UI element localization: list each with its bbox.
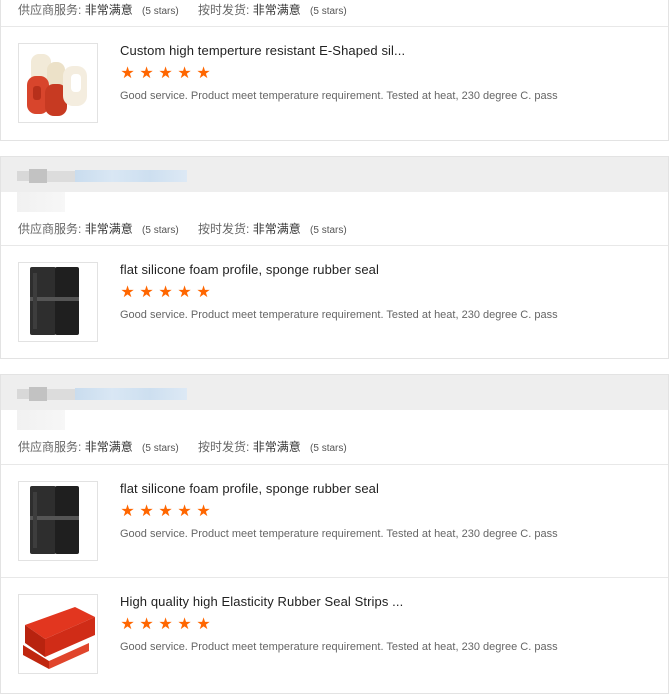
e-shaped-silicone-seal-image: [19, 44, 97, 122]
black-foam-profile-image: [19, 263, 97, 341]
star-icon: ★: [120, 501, 135, 520]
star-icon: ★: [177, 282, 192, 301]
star-icon: ★: [158, 63, 173, 82]
delivery-stars-text: (5 stars): [310, 225, 347, 236]
review-comment: Good service. Product meet temperature r…: [120, 528, 558, 540]
star-icon: ★: [120, 614, 135, 633]
rating-summary-row: 供应商服务: 非常满意 (5 stars) 按时发货: 非常满意 (5 star…: [1, 1, 668, 21]
divider: [1, 577, 668, 578]
star-icon: ★: [196, 614, 211, 633]
review-card: 供应商服务: 非常满意 (5 stars) 按时发货: 非常满意 (5 star…: [0, 156, 669, 359]
delivery-rating: 按时发货: 非常满意 (5 stars): [198, 1, 347, 18]
delivery-label: 按时发货:: [198, 440, 250, 454]
supplier-service-value: 非常满意: [84, 3, 133, 17]
star-icon: ★: [177, 501, 192, 520]
buyer-header: [1, 375, 668, 410]
buyer-header: [1, 157, 668, 192]
star-icon: ★: [177, 63, 192, 82]
buyer-country-blurred: [17, 410, 65, 430]
product-thumbnail[interactable]: [18, 481, 98, 561]
supplier-service-value: 非常满意: [84, 440, 133, 454]
product-title-link[interactable]: High quality high Elasticity Rubber Seal…: [120, 594, 403, 609]
delivery-rating: 按时发货: 非常满意 (5 stars): [198, 438, 347, 455]
star-icon: ★: [139, 63, 154, 82]
delivery-label: 按时发货:: [198, 222, 250, 236]
supplier-service-value: 非常满意: [84, 222, 133, 236]
star-icon: ★: [139, 282, 154, 301]
supplier-service-label: 供应商服务:: [18, 222, 82, 236]
divider: [1, 464, 668, 465]
delivery-value: 非常满意: [252, 222, 301, 236]
review-comment: Good service. Product meet temperature r…: [120, 90, 558, 102]
divider: [1, 26, 668, 27]
supplier-service-label: 供应商服务:: [18, 3, 82, 17]
supplier-service-rating: 供应商服务: 非常满意 (5 stars): [18, 438, 179, 455]
star-icon: ★: [158, 614, 173, 633]
buyer-name-blurred: [17, 387, 187, 401]
delivery-label: 按时发货:: [198, 3, 250, 17]
star-icon: ★: [139, 501, 154, 520]
product-review: Custom high temperture resistant E-Shape…: [1, 43, 668, 143]
review-comment: Good service. Product meet temperature r…: [120, 309, 558, 321]
product-title-link[interactable]: Custom high temperture resistant E-Shape…: [120, 43, 405, 58]
supplier-service-rating: 供应商服务: 非常满意 (5 stars): [18, 220, 179, 237]
product-star-rating: ★ ★ ★ ★ ★: [120, 616, 215, 632]
product-review: flat silicone foam profile, sponge rubbe…: [1, 481, 668, 581]
product-thumbnail[interactable]: [18, 594, 98, 674]
product-review: High quality high Elasticity Rubber Seal…: [1, 594, 668, 694]
star-icon: ★: [139, 614, 154, 633]
delivery-stars-text: (5 stars): [310, 443, 347, 454]
delivery-value: 非常满意: [252, 440, 301, 454]
product-thumbnail[interactable]: [18, 262, 98, 342]
star-icon: ★: [120, 282, 135, 301]
delivery-rating: 按时发货: 非常满意 (5 stars): [198, 220, 347, 237]
star-icon: ★: [177, 614, 192, 633]
divider: [1, 245, 668, 246]
black-foam-profile-image: [19, 482, 97, 560]
star-icon: ★: [196, 63, 211, 82]
supplier-service-label: 供应商服务:: [18, 440, 82, 454]
product-star-rating: ★ ★ ★ ★ ★: [120, 284, 215, 300]
star-icon: ★: [196, 501, 211, 520]
review-card: 供应商服务: 非常满意 (5 stars) 按时发货: 非常满意 (5 star…: [0, 0, 669, 141]
buyer-country-blurred: [17, 192, 65, 212]
product-thumbnail[interactable]: [18, 43, 98, 123]
supplier-service-stars-text: (5 stars): [142, 443, 179, 454]
product-title-link[interactable]: flat silicone foam profile, sponge rubbe…: [120, 262, 379, 277]
supplier-service-stars-text: (5 stars): [142, 225, 179, 236]
delivery-stars-text: (5 stars): [310, 6, 347, 17]
review-card: 供应商服务: 非常满意 (5 stars) 按时发货: 非常满意 (5 star…: [0, 374, 669, 694]
rating-summary-row: 供应商服务: 非常满意 (5 stars) 按时发货: 非常满意 (5 star…: [1, 438, 668, 458]
product-star-rating: ★ ★ ★ ★ ★: [120, 65, 215, 81]
supplier-service-rating: 供应商服务: 非常满意 (5 stars): [18, 1, 179, 18]
buyer-name-blurred: [17, 169, 187, 183]
review-comment: Good service. Product meet temperature r…: [120, 641, 558, 653]
supplier-service-stars-text: (5 stars): [142, 6, 179, 17]
delivery-value: 非常满意: [252, 3, 301, 17]
star-icon: ★: [158, 501, 173, 520]
star-icon: ★: [196, 282, 211, 301]
product-star-rating: ★ ★ ★ ★ ★: [120, 503, 215, 519]
product-title-link[interactable]: flat silicone foam profile, sponge rubbe…: [120, 481, 379, 496]
rating-summary-row: 供应商服务: 非常满意 (5 stars) 按时发货: 非常满意 (5 star…: [1, 220, 668, 240]
red-rubber-strip-image: [19, 595, 97, 673]
star-icon: ★: [120, 63, 135, 82]
product-review: flat silicone foam profile, sponge rubbe…: [1, 262, 668, 362]
star-icon: ★: [158, 282, 173, 301]
